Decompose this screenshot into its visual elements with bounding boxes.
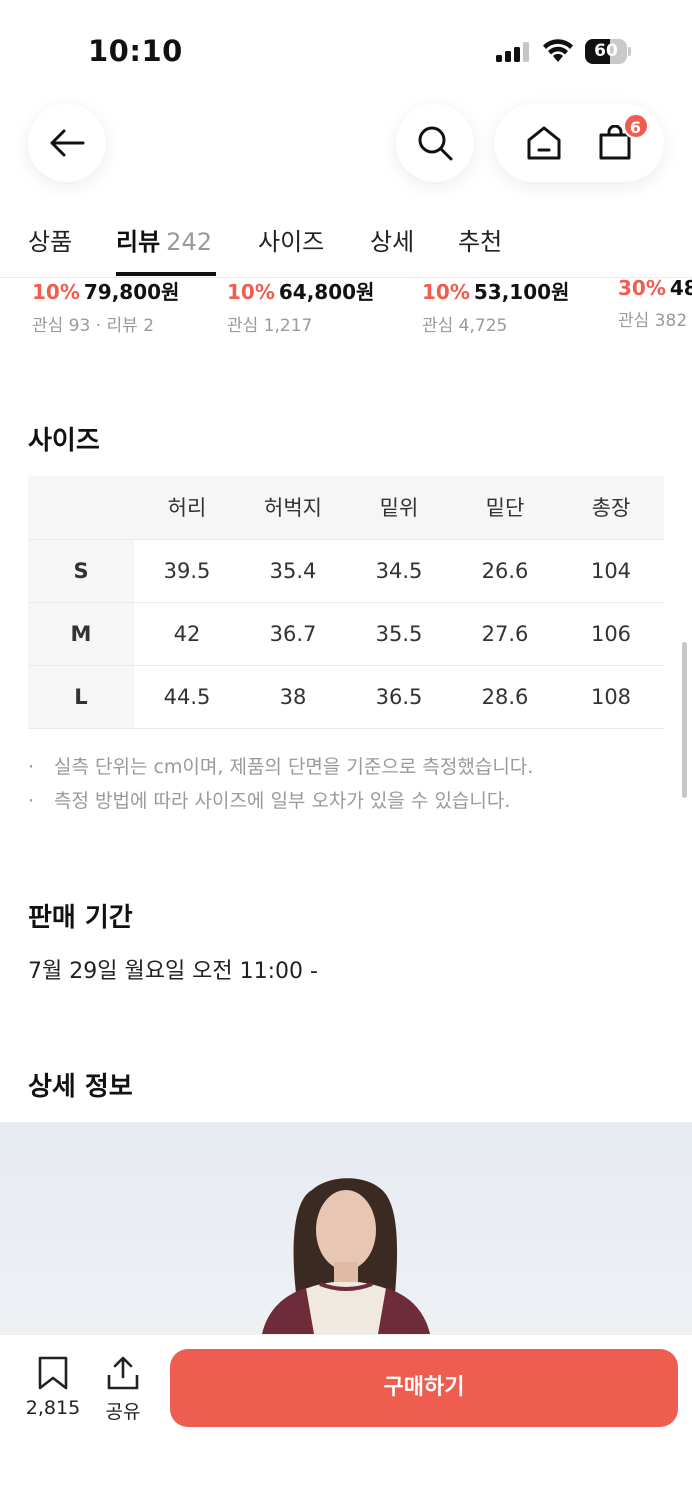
note-text: 실측 단위는 cm이며, 제품의 단면을 기준으로 측정했습니다. [54, 756, 534, 778]
status-bar: 10:10 60 [0, 0, 692, 100]
note-text: 측정 방법에 따라 사이즈에 일부 오차가 있을 수 있습니다. [54, 790, 511, 812]
item-meta: 관심 1,217 [227, 316, 313, 336]
search-icon [418, 126, 453, 161]
table-cell: 28.6 [481, 684, 529, 709]
item-meta: 관심 93 · 리뷰 2 [32, 316, 155, 336]
table-cell: 104 [590, 558, 632, 583]
recommended-item[interactable]: 10% 64,800원 관심 1,217 [227, 276, 427, 336]
size-notes: · 실측 단위는 cm이며, 제품의 단면을 기준으로 측정했습니다. · 측정 방… [28, 750, 668, 818]
scrollbar[interactable] [682, 642, 687, 798]
tab-detail[interactable]: 상세 [370, 222, 414, 257]
table-cell: 35.5 [375, 621, 423, 646]
bookmark-count: 2,815 [25, 1397, 81, 1419]
column-header: 허벅지 [240, 476, 346, 539]
item-meta: 관심 4,725 [422, 316, 508, 336]
table-cell: 27.6 [481, 621, 529, 646]
table-cell: 34.5 [375, 558, 423, 583]
discount-rate: 30% [618, 276, 666, 300]
cart-count-badge: 6 [622, 113, 649, 139]
wifi-icon [543, 39, 573, 62]
column-header: 밑단 [452, 476, 558, 539]
review-count: 242 [166, 228, 212, 256]
size-section-title: 사이즈 [28, 426, 100, 456]
table-cell: 106 [590, 621, 632, 646]
recommended-item[interactable]: 30% 48 관심 382 [618, 276, 692, 331]
table-cell: 38 [279, 684, 307, 709]
cellular-signal-icon [496, 42, 529, 62]
size-table-header: 허리 허벅지 밑위 밑단 총장 [28, 476, 664, 539]
table-cell: 26.6 [481, 558, 529, 583]
size-note: · 실측 단위는 cm이며, 제품의 단면을 기준으로 측정했습니다. [28, 756, 534, 778]
table-cell: 36.7 [269, 621, 317, 646]
sale-period-value: 7월 29일 월요일 오전 11:00 - [28, 959, 318, 984]
table-cell: 44.5 [163, 684, 211, 709]
search-button[interactable] [396, 104, 474, 182]
size-table: 허리 허벅지 밑위 밑단 총장 S 39.5 35.4 34.5 26.6 10… [28, 476, 664, 729]
back-button[interactable] [28, 104, 106, 182]
column-header: 총장 [558, 476, 664, 539]
column-header: 허리 [134, 476, 240, 539]
status-time: 10:10 [88, 34, 183, 68]
bottom-action-bar: 2,815 공유 구매하기 [0, 1334, 692, 1500]
table-row: L 44.5 38 36.5 28.6 108 [28, 665, 664, 728]
item-price: 79,800원 [83, 280, 180, 304]
table-cell: 35.4 [269, 558, 317, 583]
corner-cell [28, 476, 134, 539]
table-cell: 108 [590, 684, 632, 709]
size-label: M [28, 602, 134, 665]
table-cell: 39.5 [163, 558, 211, 583]
home-button[interactable] [524, 123, 564, 163]
item-price: 48 [669, 276, 692, 300]
home-cart-group: 6 [494, 104, 664, 182]
discount-rate: 10% [422, 280, 470, 304]
tab-review[interactable]: 리뷰 242 [116, 222, 212, 257]
table-cell: 36.5 [375, 684, 423, 709]
arrow-left-icon [50, 129, 85, 157]
share-label: 공유 [105, 1401, 141, 1423]
home-icon [527, 126, 560, 160]
cart-button[interactable]: 6 [595, 113, 649, 163]
tab-label: 상세 [370, 228, 415, 256]
discount-rate: 10% [32, 280, 80, 304]
detail-section-title: 상세 정보 [28, 1072, 133, 1102]
size-note: · 측정 방법에 따라 사이즈에 일부 오차가 있을 수 있습니다. [28, 790, 511, 812]
share-button[interactable]: 공유 [88, 1355, 158, 1424]
sale-period-title: 판매 기간 [28, 903, 133, 933]
recommended-item[interactable]: 10% 79,800원 관심 93 · 리뷰 2 [32, 276, 232, 336]
table-cell: 42 [173, 621, 201, 646]
tab-size[interactable]: 사이즈 [258, 222, 324, 257]
bookmark-icon [38, 1356, 68, 1390]
item-meta: 관심 382 [618, 311, 688, 331]
section-tabs: 상품 리뷰 242 사이즈 상세 추천 [0, 212, 692, 278]
recommended-item[interactable]: 10% 53,100원 관심 4,725 [422, 276, 622, 336]
tab-label: 추천 [458, 228, 503, 256]
tab-recommend[interactable]: 추천 [458, 222, 502, 257]
item-price: 64,800원 [278, 280, 375, 304]
battery-percent: 60 [594, 41, 618, 61]
column-header: 밑위 [346, 476, 452, 539]
bookmark-button[interactable]: 2,815 [18, 1355, 88, 1419]
tab-label: 리뷰 [116, 228, 161, 256]
table-row: S 39.5 35.4 34.5 26.6 104 [28, 539, 664, 602]
product-detail-image [0, 1122, 692, 1334]
item-price: 53,100원 [473, 280, 570, 304]
table-row: M 42 36.7 35.5 27.6 106 [28, 602, 664, 665]
battery-icon: 60 [585, 39, 631, 64]
tab-product[interactable]: 상품 [28, 222, 72, 257]
size-label: S [28, 539, 134, 602]
buy-button[interactable]: 구매하기 [170, 1349, 678, 1427]
size-label: L [28, 665, 134, 728]
tab-label: 상품 [28, 228, 73, 256]
share-icon [107, 1356, 139, 1390]
tab-label: 사이즈 [258, 228, 325, 256]
discount-rate: 10% [227, 280, 275, 304]
